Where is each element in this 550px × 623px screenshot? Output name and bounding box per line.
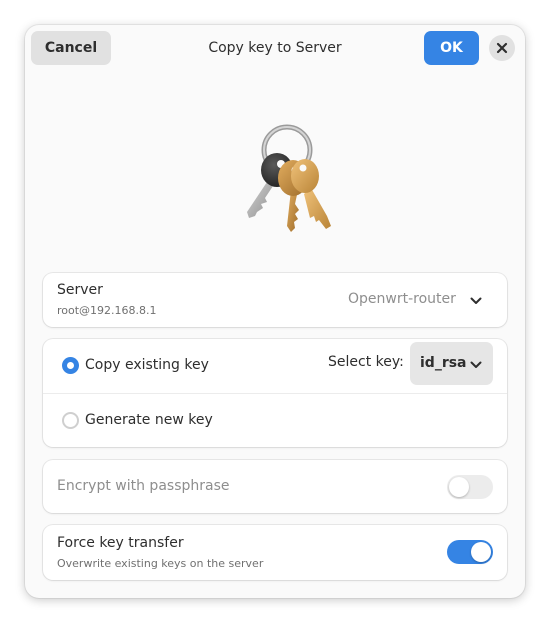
close-button[interactable] <box>489 35 515 61</box>
copy-existing-label[interactable]: Copy existing key <box>85 357 209 373</box>
copy-key-dialog: Cancel Copy key to Server OK Server root… <box>25 25 525 598</box>
force-transfer-row[interactable]: Force key transfer Overwrite existing ke… <box>43 525 507 580</box>
dialog-title: Copy key to Server <box>208 40 342 56</box>
server-label: Server <box>57 282 103 298</box>
generate-new-radio[interactable] <box>62 412 79 429</box>
server-address: root@192.168.8.1 <box>57 304 157 317</box>
key-mode-group: Copy existing key Select key: id_rsa Gen… <box>43 339 507 447</box>
server-selected: Openwrt-router <box>348 291 456 307</box>
generate-new-label[interactable]: Generate new key <box>85 412 213 428</box>
encrypt-switch[interactable] <box>447 475 493 499</box>
force-transfer-subtitle: Overwrite existing keys on the server <box>57 557 264 570</box>
copy-existing-radio[interactable] <box>62 357 79 374</box>
force-transfer-label: Force key transfer <box>57 535 184 551</box>
chevron-down-icon <box>470 297 482 304</box>
close-icon <box>496 42 508 54</box>
divider <box>43 393 507 394</box>
select-key-dropdown[interactable]: id_rsa <box>410 342 493 385</box>
cancel-button[interactable]: Cancel <box>31 31 111 65</box>
keys-icon <box>247 124 331 232</box>
encrypt-label: Encrypt with passphrase <box>57 478 230 494</box>
chevron-down-icon <box>470 361 482 368</box>
select-key-label: Select key: <box>328 354 404 370</box>
server-row[interactable]: Server root@192.168.8.1 Openwrt-router <box>43 273 507 327</box>
switch-knob <box>471 542 491 562</box>
encrypt-row: Encrypt with passphrase <box>43 460 507 513</box>
selected-key: id_rsa <box>420 355 467 371</box>
ok-button[interactable]: OK <box>424 31 479 65</box>
force-transfer-switch[interactable] <box>447 540 493 564</box>
header-bar: Cancel Copy key to Server OK <box>25 25 525 71</box>
switch-knob <box>449 477 469 497</box>
